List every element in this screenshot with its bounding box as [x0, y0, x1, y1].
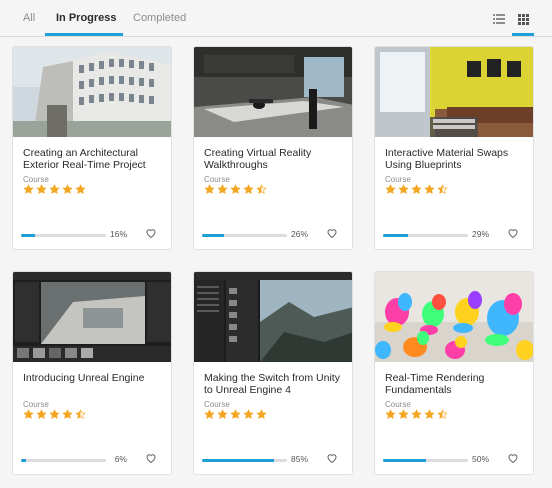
course-type: Course — [385, 400, 411, 409]
list-view-button[interactable] — [488, 9, 510, 29]
course-thumbnail-unreal-editor — [13, 272, 171, 362]
rating-stars — [23, 184, 86, 196]
list-icon — [493, 14, 505, 24]
course-card[interactable]: Real-Time Rendering Fundamentals Course … — [374, 271, 534, 475]
rating-stars — [385, 184, 448, 196]
star-full-icon — [36, 184, 47, 194]
course-card[interactable]: Introducing Unreal Engine Course 6% — [12, 271, 172, 475]
progress-fill — [383, 459, 426, 462]
star-half-icon — [437, 409, 448, 419]
star-full-icon — [424, 409, 435, 419]
progress-bar — [383, 234, 468, 237]
progress-percent: 85% — [290, 454, 308, 464]
course-card[interactable]: Creating an Architectural Exterior Real-… — [12, 46, 172, 250]
grid-icon — [517, 13, 529, 25]
star-full-icon — [230, 409, 241, 419]
star-full-icon — [411, 184, 422, 194]
star-full-icon — [398, 409, 409, 419]
course-thumbnail-living-room — [375, 47, 533, 137]
heart-icon[interactable] — [507, 452, 519, 464]
star-full-icon — [204, 184, 215, 194]
course-title: Making the Switch from Unity to Unreal E… — [204, 372, 340, 396]
star-full-icon — [23, 409, 34, 419]
course-thumbnail-vr-kitchen — [194, 47, 352, 137]
star-full-icon — [217, 184, 228, 194]
course-title: Creating an Architectural Exterior Real-… — [23, 147, 146, 171]
star-half-icon — [256, 184, 267, 194]
star-full-icon — [385, 409, 396, 419]
star-full-icon — [36, 409, 47, 419]
heart-icon[interactable] — [145, 452, 157, 464]
course-type: Course — [385, 175, 411, 184]
course-type: Course — [204, 175, 230, 184]
progress-fill — [21, 234, 35, 237]
progress-bar — [21, 459, 106, 462]
heart-icon[interactable] — [326, 227, 338, 239]
course-thumbnail-architecture — [13, 47, 171, 137]
heart-icon[interactable] — [145, 227, 157, 239]
progress-percent: 50% — [471, 454, 489, 464]
star-half-icon — [437, 184, 448, 194]
progress-percent: 26% — [290, 229, 308, 239]
course-title: Real-Time Rendering Fundamentals — [385, 372, 485, 396]
star-full-icon — [49, 409, 60, 419]
rating-stars — [204, 184, 267, 196]
tab-completed[interactable]: Completed — [133, 12, 186, 24]
course-title: Interactive Material Swaps Using Bluepri… — [385, 147, 509, 171]
star-full-icon — [243, 184, 254, 194]
star-full-icon — [256, 409, 267, 419]
star-full-icon — [75, 184, 86, 194]
progress-bar — [202, 234, 287, 237]
progress-bar — [383, 459, 468, 462]
course-thumbnail-editor-landscape — [194, 272, 352, 362]
star-full-icon — [62, 409, 73, 419]
active-view-indicator — [512, 33, 534, 36]
grid-view-button[interactable] — [512, 9, 534, 29]
course-type: Course — [23, 175, 49, 184]
star-full-icon — [217, 409, 228, 419]
active-tab-indicator — [45, 33, 123, 36]
rating-stars — [385, 409, 448, 421]
progress-fill — [202, 234, 225, 237]
progress-percent: 6% — [114, 454, 127, 464]
course-title: Creating Virtual Reality Walkthroughs — [204, 147, 312, 171]
course-title: Introducing Unreal Engine — [23, 372, 145, 384]
course-thumbnail-colorful-characters — [375, 272, 533, 362]
heart-icon[interactable] — [507, 227, 519, 239]
rating-stars — [204, 409, 267, 421]
progress-bar — [21, 234, 106, 237]
star-full-icon — [62, 184, 73, 194]
heart-icon[interactable] — [326, 452, 338, 464]
star-full-icon — [411, 409, 422, 419]
course-card[interactable]: Creating Virtual Reality Walkthroughs Co… — [193, 46, 353, 250]
rating-stars — [23, 409, 86, 421]
course-card[interactable]: Interactive Material Swaps Using Bluepri… — [374, 46, 534, 250]
star-full-icon — [243, 409, 254, 419]
star-full-icon — [385, 184, 396, 194]
course-type: Course — [23, 400, 49, 409]
progress-fill — [383, 234, 408, 237]
tab-all[interactable]: All — [23, 12, 35, 24]
tab-in-progress[interactable]: In Progress — [56, 12, 117, 24]
progress-fill — [202, 459, 275, 462]
progress-bar — [202, 459, 287, 462]
star-full-icon — [424, 184, 435, 194]
star-full-icon — [398, 184, 409, 194]
star-half-icon — [75, 409, 86, 419]
star-full-icon — [204, 409, 215, 419]
star-full-icon — [23, 184, 34, 194]
filter-bar: All In Progress Completed — [0, 0, 552, 37]
progress-percent: 16% — [109, 229, 127, 239]
progress-fill — [21, 459, 27, 462]
star-full-icon — [49, 184, 60, 194]
course-card[interactable]: Making the Switch from Unity to Unreal E… — [193, 271, 353, 475]
star-full-icon — [230, 184, 241, 194]
course-type: Course — [204, 400, 230, 409]
progress-percent: 29% — [471, 229, 489, 239]
